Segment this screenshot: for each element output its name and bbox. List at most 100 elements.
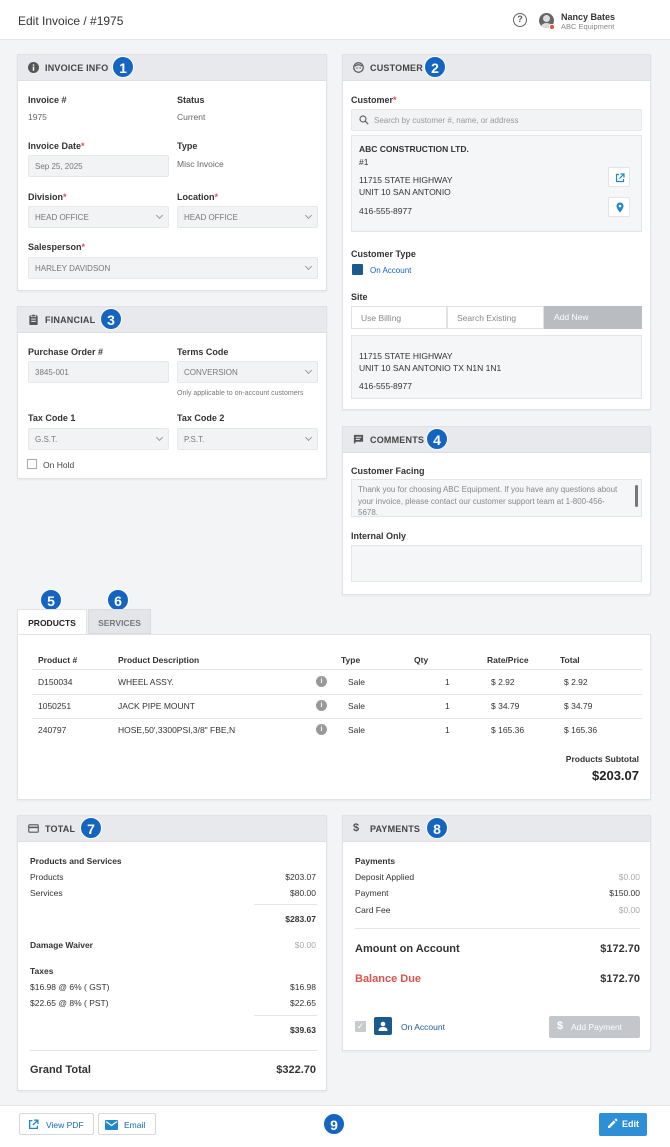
customer-phone: 416-555-8977 [359, 206, 412, 216]
product-rate: $ 2.92 [491, 677, 515, 687]
textarea-scrollbar[interactable] [635, 485, 638, 507]
products-subtotal-label: Products Subtotal [565, 754, 639, 764]
comments-card: COMMENTS Customer Facing Thank you for c… [342, 426, 651, 595]
tab-products[interactable]: PRODUCTS [17, 609, 87, 635]
sum-divider [254, 904, 317, 905]
external-link-icon [28, 1119, 39, 1130]
customer-label: Customer* [351, 95, 397, 105]
on-hold-checkbox[interactable] [27, 459, 37, 469]
invoice-number-label: Invoice # [28, 95, 67, 105]
terms-note: Only applicable to on-account customers [177, 390, 304, 397]
po-field[interactable]: 3845-001 [28, 361, 169, 383]
table-row[interactable]: 240797 HOSE,50',3300PSI,3/8" FBE,N i Sal… [18, 718, 652, 742]
product-number: 240797 [38, 725, 67, 735]
products-services-sum: $283.07 [285, 914, 316, 924]
chevron-down-icon [304, 211, 313, 220]
column-header-description: Product Description [118, 655, 200, 665]
callout-badge-8: 8 [426, 817, 448, 839]
total-header: TOTAL [18, 816, 326, 842]
site-label: Site [351, 292, 368, 302]
tab-services[interactable]: SERVICES [88, 609, 151, 634]
damage-waiver-value: $0.00 [294, 940, 316, 950]
site-add-new-tab[interactable]: Add New [544, 306, 642, 329]
total-products-label: Products [30, 872, 64, 882]
salesperson-select[interactable]: HARLEY DAVIDSON [28, 257, 318, 279]
email-button[interactable]: Email [98, 1113, 156, 1135]
financial-header: FINANCIAL [18, 307, 326, 333]
invoice-date-field[interactable]: Sep 25, 2025 [28, 155, 169, 177]
product-qty: 1 [445, 701, 450, 711]
view-pdf-button[interactable]: View PDF [19, 1113, 94, 1135]
tax-sum: $39.63 [290, 1025, 316, 1035]
product-total: $ 2.92 [564, 677, 588, 687]
division-select[interactable]: HEAD OFFICE [28, 206, 169, 228]
total-products-value: $203.07 [285, 872, 316, 882]
user-company: ABC Equipment [561, 22, 615, 31]
map-location-button[interactable] [608, 197, 630, 217]
amount-on-account-value: $172.70 [600, 943, 640, 955]
grand-total-value: $322.70 [276, 1064, 316, 1076]
edit-button[interactable]: Edit [599, 1113, 647, 1136]
customer-facing-textarea[interactable]: Thank you for choosing ABC Equipment. If… [351, 479, 642, 517]
payment-label: Payment [355, 888, 389, 898]
product-qty: 1 [445, 725, 450, 735]
user-name[interactable]: Nancy Bates [561, 12, 615, 22]
payments-heading: PAYMENTS [370, 824, 421, 834]
location-select[interactable]: HEAD OFFICE [177, 206, 318, 228]
tax-code-2-label: Tax Code 2 [177, 413, 225, 423]
comments-header: COMMENTS [343, 427, 650, 453]
on-hold-label: On Hold [43, 460, 75, 470]
tax-2-label: $22.65 @ 8% ( PST) [30, 998, 109, 1008]
table-row[interactable]: 1050251 JACK PIPE MOUNT i Sale 1 $ 34.79… [18, 694, 652, 718]
clipboard-icon [29, 314, 38, 325]
tax-code-2-select[interactable]: P.S.T. [177, 428, 318, 450]
map-pin-icon [616, 202, 624, 213]
column-header-qty: Qty [414, 655, 429, 665]
notification-dot [549, 24, 555, 30]
customer-search-input[interactable]: Search by customer #, name, or address [351, 109, 642, 131]
product-rate: $ 34.79 [491, 701, 520, 711]
tax-code-1-select[interactable]: G.S.T. [28, 428, 169, 450]
customer-header: CUSTOMER [343, 55, 650, 81]
open-customer-button[interactable] [608, 167, 630, 187]
terms-select[interactable]: CONVERSION [177, 361, 318, 383]
info-icon[interactable]: i [316, 724, 327, 735]
product-type: Sale [348, 725, 366, 735]
payments-card: $ PAYMENTS Payments Deposit Applied $0.0… [342, 815, 651, 1051]
callout-badge-6: 6 [107, 589, 129, 611]
site-address-1: 11715 STATE HIGHWAY [359, 351, 453, 361]
callout-badge-1: 1 [112, 56, 134, 78]
sum-divider [254, 1015, 317, 1016]
info-icon [28, 62, 39, 73]
site-use-billing-tab[interactable]: Use Billing [351, 306, 447, 329]
internal-only-textarea[interactable] [351, 545, 642, 582]
total-card: TOTAL Products and Services Products $20… [17, 815, 327, 1091]
customer-heading: CUSTOMER [370, 63, 423, 73]
dollar-icon: $ [353, 822, 360, 834]
total-services-label: Services [30, 888, 63, 898]
amount-on-account-label: Amount on Account [355, 943, 460, 955]
products-subtotal-value: $203.07 [592, 768, 639, 783]
customer-address-1: 11715 STATE HIGHWAY [359, 175, 453, 185]
product-type: Sale [348, 701, 366, 711]
on-account-checkbox[interactable]: ✓ [355, 1021, 366, 1032]
customer-search-placeholder: Search by customer #, name, or address [374, 116, 519, 125]
damage-waiver-label: Damage Waiver [30, 940, 93, 950]
external-link-icon [615, 173, 625, 183]
info-icon[interactable]: i [316, 700, 327, 711]
product-type: Sale [348, 677, 366, 687]
total-services-value: $80.00 [290, 888, 316, 898]
table-row[interactable]: D150034 WHEEL ASSY. i Sale 1 $ 2.92 $ 2.… [18, 670, 652, 694]
callout-badge-4: 4 [426, 428, 448, 450]
on-account-label: On Account [401, 1022, 445, 1032]
site-search-existing-tab[interactable]: Search Existing [447, 306, 544, 329]
add-payment-button[interactable]: $ Add Payment [549, 1016, 640, 1038]
info-icon[interactable]: i [316, 676, 327, 687]
customer-type-label: Customer Type [351, 249, 416, 259]
help-icon[interactable]: ? [513, 13, 527, 27]
comment-icon [353, 434, 364, 445]
location-label: Location* [177, 192, 219, 202]
payment-value: $150.00 [609, 888, 640, 898]
balance-due-value: $172.70 [600, 973, 640, 985]
products-panel: Product # Product Description Type Qty R… [17, 634, 651, 800]
